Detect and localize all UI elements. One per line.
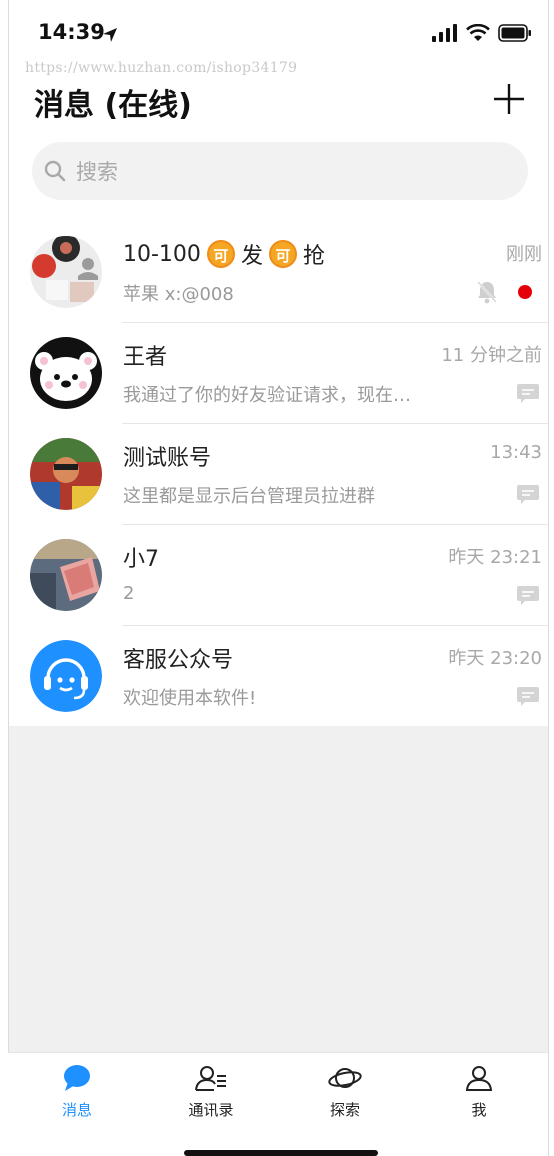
list-item[interactable]: 小7 昨天 23:21 2 [8, 525, 548, 626]
chat-preview: 我通过了你的好友验证请求，现在… [123, 385, 411, 406]
chat-name: 客服公众号 [123, 648, 234, 673]
contacts-icon [195, 1066, 226, 1091]
list-item[interactable]: 王者 11 分钟之前 我通过了你的好友验证请求，现在… [8, 323, 548, 424]
unread-dot [518, 285, 532, 299]
customer-service-icon [30, 640, 102, 712]
wifi-icon [466, 24, 490, 41]
status-time: 14:39 [38, 20, 105, 44]
search-input[interactable]: 搜索 [32, 142, 528, 200]
chat-preview: 欢迎使用本软件! [123, 688, 257, 709]
avatar [30, 337, 102, 409]
search-placeholder: 搜索 [76, 160, 118, 184]
tab-me[interactable]: 我 [424, 1063, 534, 1125]
message-bubble-icon [517, 485, 539, 504]
chat-bubble-icon [64, 1065, 90, 1091]
list-item[interactable]: 10-100 可 发 可 抢 刚刚 苹果 x:@008 [8, 222, 548, 323]
list-item[interactable]: 测试账号 13:43 这里都是显示后台管理员拉进群 [8, 424, 548, 525]
person-icon [465, 1066, 493, 1091]
message-bubble-icon [517, 687, 539, 706]
planet-icon [328, 1068, 362, 1088]
watermark-url: https://www.huzhan.com/ishop34179 [25, 60, 298, 76]
avatar [30, 539, 102, 611]
status-icons [432, 24, 532, 42]
chat-preview: 苹果 x:@008 [123, 284, 234, 305]
chat-time: 昨天 23:20 [448, 648, 542, 669]
list-item[interactable]: 客服公众号 昨天 23:20 欢迎使用本软件! [8, 626, 548, 727]
signal-icon [432, 24, 457, 42]
chat-time: 昨天 23:21 [448, 547, 542, 568]
plus-icon [494, 84, 524, 114]
tab-label: 消息 [61, 1101, 92, 1119]
badge-ke: 可 [268, 240, 297, 268]
location-arrow-icon [103, 28, 117, 42]
tab-label: 我 [471, 1101, 487, 1119]
message-bubble-icon [517, 384, 539, 403]
add-button[interactable] [490, 80, 528, 116]
tab-label: 通讯录 [188, 1101, 234, 1119]
avatar [30, 236, 102, 308]
tab-explore[interactable]: 探索 [290, 1063, 400, 1125]
tab-label: 探索 [329, 1101, 360, 1119]
chat-preview: 2 [123, 583, 135, 604]
chat-name-part: 发 [240, 244, 263, 269]
avatar [30, 438, 102, 510]
muted-bell-icon [477, 281, 497, 304]
chat-time: 刚刚 [506, 244, 542, 265]
right-divider [548, 0, 549, 1156]
search-icon [44, 160, 66, 182]
chat-name: 王者 [123, 345, 168, 370]
battery-icon [498, 24, 531, 42]
avatar [30, 640, 102, 712]
tab-bar: 消息 通讯录 探索 我 [8, 1052, 548, 1156]
left-divider [8, 0, 9, 1156]
chat-name-part: 10-100 [123, 241, 201, 267]
tab-contacts[interactable]: 通讯录 [156, 1063, 266, 1125]
status-bar: 14:39 [0, 0, 554, 60]
empty-area [8, 726, 548, 1052]
badge-ke: 可 [206, 240, 235, 268]
chat-time: 13:43 [490, 442, 542, 463]
chat-name: 测试账号 [123, 446, 212, 471]
home-indicator [184, 1150, 378, 1156]
chat-preview: 这里都是显示后台管理员拉进群 [123, 486, 375, 507]
chat-time: 11 分钟之前 [441, 345, 542, 366]
page-title: 消息 (在线) [34, 88, 192, 123]
chat-name: 10-100 可 发 可 抢 [123, 238, 325, 270]
chat-name-part: 抢 [302, 244, 325, 269]
chat-list: 10-100 可 发 可 抢 刚刚 苹果 x:@008 王者 11 分钟之前 我… [8, 222, 548, 727]
chat-name: 小7 [123, 547, 159, 572]
message-bubble-icon [517, 586, 539, 605]
tab-messages[interactable]: 消息 [22, 1063, 132, 1125]
